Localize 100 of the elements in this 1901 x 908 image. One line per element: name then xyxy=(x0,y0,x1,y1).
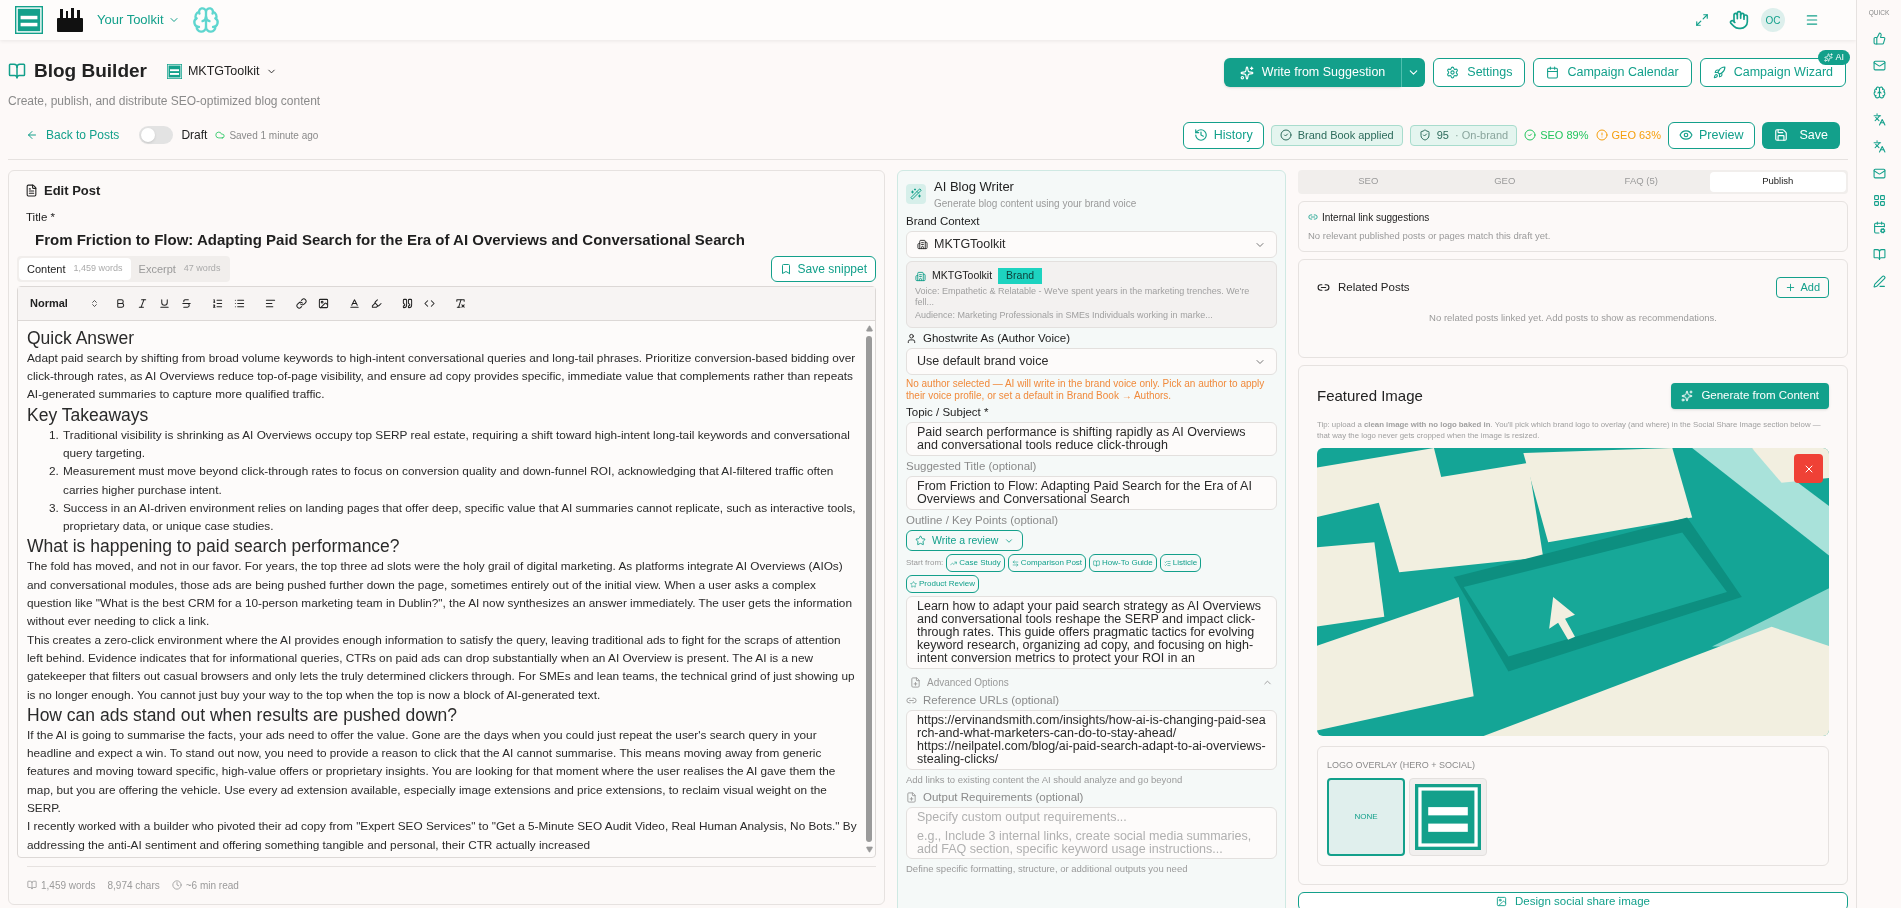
grid-icon[interactable] xyxy=(1872,193,1886,207)
page-subtitle: Create, publish, and distribute SEO-optimized blog content xyxy=(8,92,321,110)
field-label: Reference URLs (optional) xyxy=(923,693,1060,707)
field-label: Brand Context xyxy=(906,214,980,228)
brain-icon[interactable] xyxy=(191,6,220,34)
draft-toggle[interactable] xyxy=(139,126,174,144)
preview-button[interactable]: Preview xyxy=(1668,121,1755,149)
settings-button[interactable]: Settings xyxy=(1433,58,1526,87)
write-from-suggestion-button[interactable]: Write from Suggestion xyxy=(1223,58,1402,87)
side-tab[interactable]: FAQ (5) xyxy=(1573,171,1710,192)
book-icon xyxy=(27,880,37,890)
template-button[interactable]: How-To Guide xyxy=(1089,554,1157,572)
dropdown-button[interactable] xyxy=(1401,58,1426,87)
content-heading: What is happening to paid search performance? xyxy=(27,535,401,558)
no-logo-option[interactable]: NONE xyxy=(1327,777,1405,856)
title-field[interactable]: From Friction to Flow: Adapting Paid Search for the Era of AI Overviews and Conversational Search xyxy=(35,229,876,252)
file-icon xyxy=(910,677,921,688)
italic-icon[interactable] xyxy=(136,297,148,309)
back-link[interactable]: Back to Posts xyxy=(26,126,120,144)
brand-voice: Voice: Empathetic & Relatable - We've spent years in the marketing trenches. We're fell... xyxy=(915,286,1251,308)
menu-icon[interactable] xyxy=(1805,13,1819,27)
author-select[interactable]: Use default brand voice xyxy=(906,348,1277,375)
add-button[interactable]: Add xyxy=(1776,276,1829,298)
arrow-left-icon xyxy=(26,129,38,141)
side-tab[interactable]: SEO xyxy=(1300,171,1437,192)
list-item: Success in an AI-driven environment relies on landing pages that offer deep, specific value that AI summaries cannot replicate, such as interactive tools, proprietary data, or unique case studies. xyxy=(63,499,857,536)
thumbs-up-icon[interactable] xyxy=(1872,31,1886,45)
scroll-up-icon[interactable] xyxy=(865,324,873,332)
link-icon[interactable] xyxy=(295,297,307,309)
field-label: Topic / Subject * xyxy=(906,405,989,419)
format-dropdown[interactable]: Normal xyxy=(30,295,99,312)
output-requirements-field[interactable]: Specify custom output requirements... e.g., Include 3 internal links, create social media summaries, add FAQ section, specific keyword usage instructions... xyxy=(906,807,1277,860)
hand-icon[interactable] xyxy=(1729,10,1749,30)
updown-icon xyxy=(89,298,99,308)
user-avatar[interactable]: OC xyxy=(1761,8,1785,32)
save-button[interactable]: Save xyxy=(1761,121,1840,149)
template-button[interactable]: Product Review xyxy=(906,575,980,593)
book-icon[interactable] xyxy=(1872,247,1886,261)
building-icon xyxy=(917,239,928,250)
side-tab[interactable]: GEO xyxy=(1436,171,1573,192)
code-icon[interactable] xyxy=(423,297,435,309)
translate-icon[interactable] xyxy=(1872,139,1886,153)
template-button[interactable]: Listicle xyxy=(1159,554,1202,572)
start-from-label: Start from: xyxy=(906,557,944,569)
brain-icon[interactable] xyxy=(1872,85,1886,99)
logo-icon xyxy=(1415,783,1481,850)
topic-field[interactable]: Paid search performance is shifting rapidly as AI Overviews and conversational tools reduce click-through xyxy=(906,422,1277,456)
strikethrough-icon[interactable] xyxy=(180,297,192,309)
card-title: Edit Post xyxy=(44,181,101,200)
brand-selector[interactable]: MKTGToolkit xyxy=(166,61,277,81)
scroll-down-icon[interactable] xyxy=(865,845,873,853)
generate-from-content-button[interactable]: Generate from Content xyxy=(1671,383,1829,409)
remove-image-button[interactable] xyxy=(1794,454,1823,483)
design-social-image-button[interactable]: Design social share image xyxy=(1298,891,1848,908)
bullet-list-icon[interactable] xyxy=(233,297,245,309)
template-icon xyxy=(910,580,917,588)
shield-check-icon xyxy=(1418,129,1431,141)
save-snippet-button[interactable]: Save snippet xyxy=(770,255,876,282)
field-label: Outline / Key Points (optional) xyxy=(906,513,1059,527)
template-button[interactable]: Comparison Post xyxy=(1007,554,1087,572)
image-icon[interactable] xyxy=(317,297,329,309)
outline-field[interactable]: Learn how to adapt your paid search strategy as AI Overviews and conversational tools reshape the SERP and impact click-through rates. This guide offers pragmatic tactics for evolving keyword research, organizing ad copy, and focusing on high-intent conversion metrics to protect your ROI in an xyxy=(906,596,1277,669)
reference-urls-field[interactable]: https://ervinandsmith.com/insights/how-ai-is-changing-paid-search-and-what-marketers-can-do-to-stay-ahead/ https://neilpatel.com/blog/ai-paid-search-adapt-to-ai-overviews-stealing-clicks/ xyxy=(906,710,1277,770)
history-button[interactable]: History xyxy=(1182,121,1264,149)
advanced-options-toggle[interactable]: Advanced Options xyxy=(906,675,1277,690)
sparkle-icon xyxy=(1681,390,1694,402)
mail-icon[interactable] xyxy=(1872,166,1886,180)
editor-tab[interactable]: Excerpt 47 words xyxy=(130,257,229,280)
image-icon xyxy=(1496,895,1508,907)
campaign-calendar-button[interactable]: Campaign Calendar xyxy=(1533,58,1692,87)
section-label: LOGO OVERLAY (HERO + SOCIAL) xyxy=(1327,759,1476,772)
text-color-icon[interactable] xyxy=(348,297,360,309)
calendar-icon[interactable] xyxy=(1872,220,1886,234)
content-heading: How can ads stand out when results are pushed down? xyxy=(27,703,458,726)
template-button[interactable]: Case Study xyxy=(946,554,1005,572)
bold-icon[interactable] xyxy=(114,297,126,309)
highlight-icon[interactable] xyxy=(370,297,382,309)
template-icon xyxy=(1011,559,1019,567)
file-icon xyxy=(906,791,917,803)
translate-icon[interactable] xyxy=(1872,112,1886,126)
score-label: GEO 63% xyxy=(1611,127,1662,143)
cloud-icon xyxy=(215,130,226,140)
expand-icon[interactable] xyxy=(1695,13,1709,27)
align-left-icon[interactable] xyxy=(264,297,276,309)
quote-icon[interactable] xyxy=(401,297,413,309)
side-tab[interactable]: Publish xyxy=(1709,171,1846,192)
suggested-title-field[interactable]: From Friction to Flow: Adapting Paid Search for the Era of AI Overviews and Conversational Search xyxy=(906,476,1277,510)
underline-icon[interactable] xyxy=(158,297,170,309)
clear-format-icon[interactable] xyxy=(454,297,466,309)
brand-context-select[interactable]: MKTGToolkit xyxy=(906,231,1277,258)
list-number: 1. xyxy=(49,426,59,444)
pen-icon[interactable] xyxy=(1872,274,1886,288)
write-review-button[interactable]: Write a review xyxy=(906,530,1024,551)
ai-badge: AI xyxy=(1818,50,1850,65)
numbered-list-icon[interactable] xyxy=(211,297,223,309)
toolkit-dropdown[interactable]: Your Toolkit xyxy=(97,10,180,30)
content-paragraph: The fold has moved, and not in our favor. For years, the top three ad slots were the holy grail of digital marketing. As platforms integrate AI Overviews (AIOs) and conversational modules, those ads are being pushed further down the page, sometimes entirely out of the initial view. When a user asks a complex question like "What is the best CRM for a 10-person marketing team in Dublin?", the AI now synthesizes an answer immediately. The user gets the information without ever needing to click a link. xyxy=(27,558,853,631)
mail-icon[interactable] xyxy=(1872,58,1886,72)
editor-tab[interactable]: Content 1,459 words xyxy=(19,257,131,280)
logo-option[interactable] xyxy=(1409,777,1487,856)
